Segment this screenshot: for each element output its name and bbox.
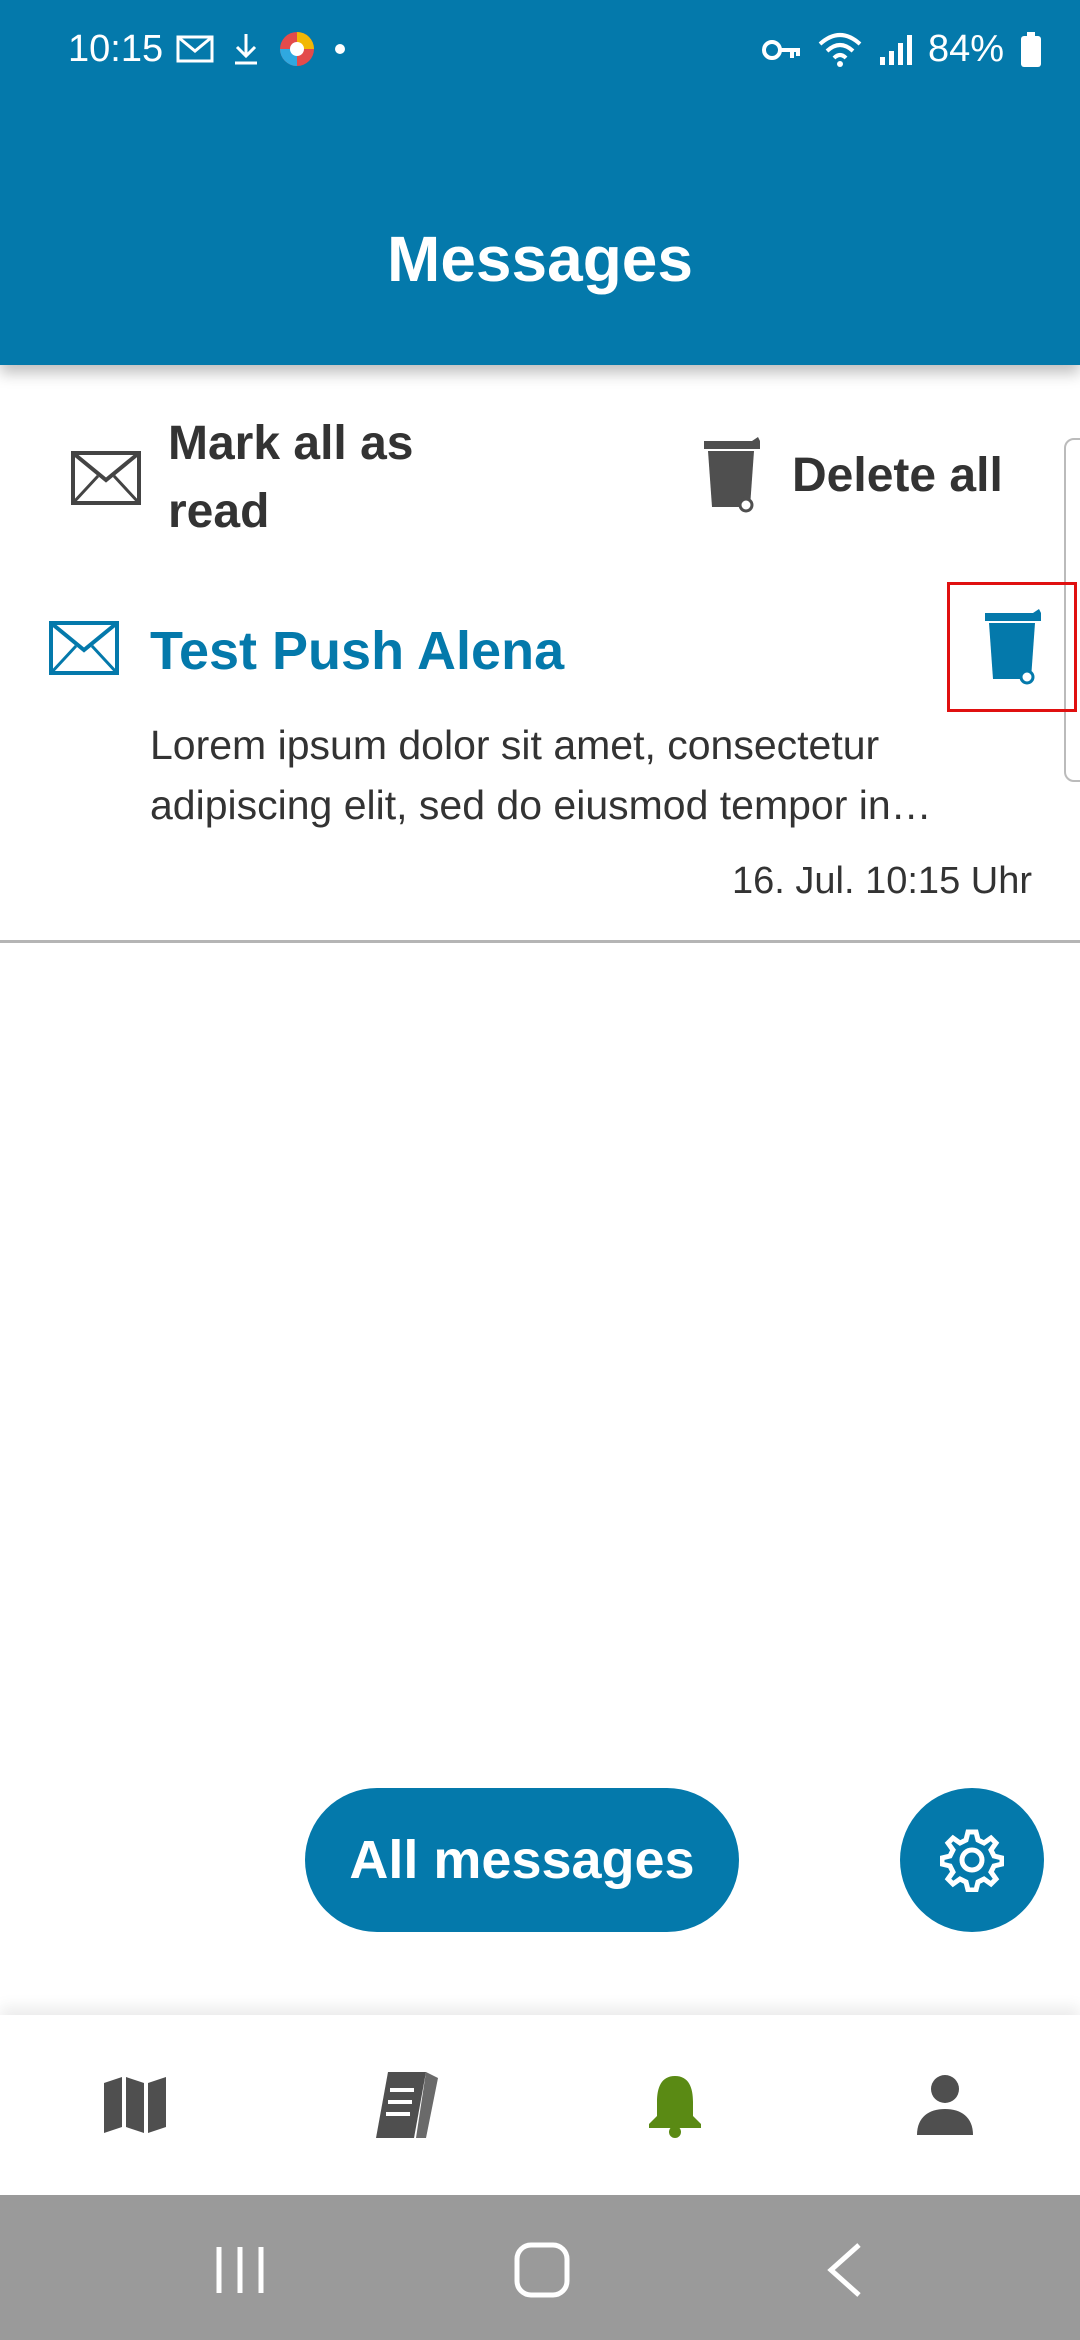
settings-button[interactable] [900, 1788, 1044, 1932]
back-icon [827, 2243, 861, 2297]
actions-row: Mark all as read Delete all [0, 365, 1080, 580]
mark-all-read-label: Mark all as read [168, 417, 414, 538]
battery-icon [1021, 31, 1041, 67]
bottom-navigation [0, 2015, 1080, 2195]
download-icon [235, 34, 257, 65]
unread-envelope-icon [49, 621, 119, 675]
person-icon [917, 2075, 973, 2135]
delete-all-label: Delete all [792, 448, 1003, 502]
nav-tickets[interactable] [355, 2055, 455, 2155]
signal-icon [879, 34, 912, 65]
bin-icon [704, 437, 760, 513]
tickets-icon [376, 2072, 438, 2138]
nav-messages[interactable] [625, 2055, 725, 2155]
dot-icon [335, 44, 345, 54]
wifi-icon [818, 32, 862, 67]
battery-percent: 84% [927, 28, 1004, 70]
mail-icon [176, 35, 214, 63]
recent-apps-icon [216, 2247, 264, 2293]
vpn-key-icon [761, 39, 800, 60]
home-icon [514, 2242, 570, 2298]
all-messages-button[interactable]: All messages [305, 1788, 739, 1932]
nav-map[interactable] [85, 2055, 185, 2155]
status-system-icons: 84% [761, 28, 1042, 71]
gear-icon [940, 1829, 1004, 1892]
status-bar: 10:15 84% [0, 0, 1080, 100]
mark-all-read-button[interactable]: Mark all as read [70, 410, 438, 546]
back-button[interactable] [805, 2240, 885, 2300]
message-preview: Lorem ipsum dolor sit amet, consectetur … [150, 722, 932, 828]
map-icon [104, 2077, 166, 2133]
nav-profile[interactable] [895, 2055, 995, 2155]
system-navigation-bar [0, 2195, 1080, 2340]
recent-apps-button[interactable] [200, 2240, 280, 2300]
browser-icon [280, 32, 314, 66]
status-notification-icons [176, 30, 346, 68]
status-time: 10:15 [68, 28, 164, 70]
message-date: 16. Jul. 10:15 Uhr [732, 860, 1032, 902]
message-subject: Test Push Alena [150, 621, 565, 681]
delete-all-button[interactable]: Delete all [700, 437, 1003, 513]
message-list-item[interactable]: Test Push Alena Lorem ipsum dolor sit am… [0, 580, 1080, 943]
envelope-icon [71, 451, 141, 505]
page-title: Messages [387, 223, 693, 295]
home-button[interactable] [502, 2240, 582, 2300]
app-bar: 10:15 84% Messages [0, 0, 1080, 365]
delete-message-button[interactable] [947, 582, 1077, 712]
bell-icon [649, 2076, 701, 2138]
bin-icon [985, 609, 1041, 685]
